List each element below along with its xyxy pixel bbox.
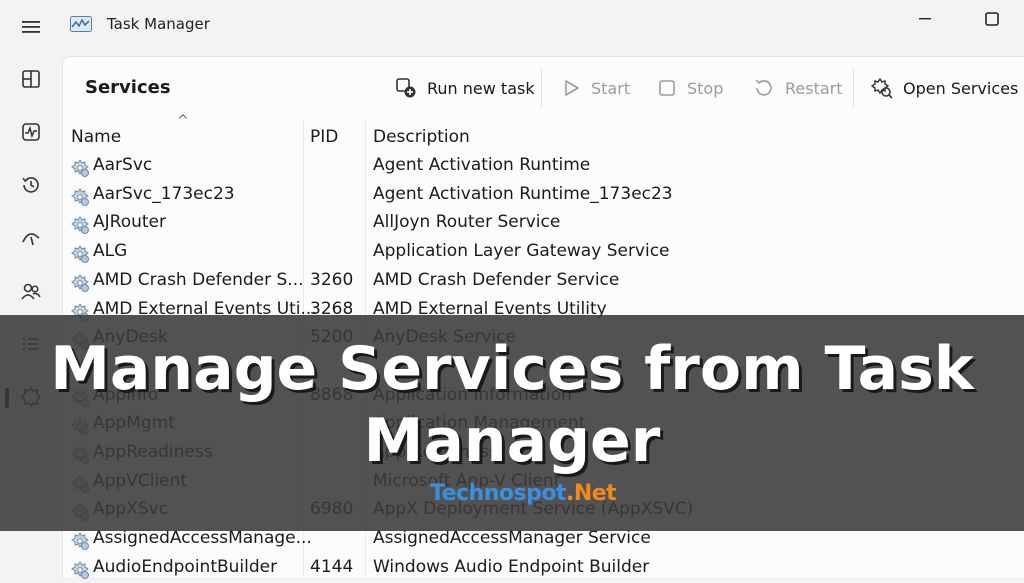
start-label: Start [591,78,631,98]
nav-processes[interactable] [14,62,48,96]
stop-icon [659,80,675,96]
table-row[interactable]: AarSvc Agent Activation Runtime [63,153,1024,181]
service-description: Application Layer Gateway Service [373,241,670,262]
service-description: Windows Audio Endpoint Builder [373,556,650,577]
nav-startup-apps[interactable] [14,221,48,255]
service-pid: 4144 [310,556,354,577]
maximize-icon[interactable] [982,10,1002,28]
restart-icon [755,79,772,96]
column-header-name[interactable]: Name [71,127,121,147]
table-row[interactable]: AMD Crash Defender S... 3260 AMD Crash Def… [63,268,1024,296]
start-button[interactable]: Start [561,73,630,103]
column-header-pid[interactable]: PID [310,127,338,147]
service-gear-icon [71,245,89,264]
watermark-brand: Technospot [430,481,566,506]
service-name: AJRouter [93,212,166,233]
restart-button[interactable]: Restart [753,73,843,103]
window-title: Task Manager [107,15,210,33]
task-manager-app-icon [70,16,92,32]
service-name: AarSvc_173ec23 [93,183,235,204]
users-icon [21,283,41,300]
service-description: AssignedAccessManager Service [373,528,651,549]
banner-line-2: Manager [363,406,661,476]
nav-performance[interactable] [14,115,48,149]
service-description: Agent Activation Runtime [373,155,591,175]
open-services-icon [871,77,893,99]
startup-apps-icon [22,233,40,246]
toolbar-divider [853,69,854,107]
table-row[interactable]: ALG Application Layer Gateway Service [63,239,1024,267]
processes-icon [22,70,40,88]
nav-users[interactable] [14,274,48,308]
minimize-icon[interactable] [915,10,935,28]
service-description: AllJoyn Router Service [373,212,561,233]
hamburger-menu-icon[interactable] [18,14,44,40]
stop-label: Stop [687,78,724,98]
open-services-label: Open Services [903,78,1019,98]
run-new-task-button[interactable]: Run new task [395,73,535,103]
service-description: Agent Activation Runtime_173ec23 [373,183,673,204]
restart-label: Restart [785,78,843,98]
run-new-task-label: Run new task [427,78,535,98]
column-header-description[interactable]: Description [373,127,470,147]
watermark-suffix: .Net [565,481,617,506]
service-gear-icon [71,216,89,235]
service-name: AssignedAccessManage... [93,528,312,549]
nav-app-history[interactable] [14,168,48,202]
table-row[interactable]: AudioEndpointBuilder 4144 Windows Audio En… [63,555,1024,583]
stop-button[interactable]: Stop [657,73,723,103]
banner-line-1: Manage Services from Task [50,334,974,404]
service-description: AMD Crash Defender Service [373,269,620,290]
page-title: Services [85,77,171,98]
open-services-button[interactable]: Open Services [871,73,1018,103]
play-icon [565,80,579,96]
sort-ascending-icon: ^ [177,113,189,129]
watermark: Technospot.Net [430,481,617,506]
service-pid: 3260 [310,269,354,290]
service-gear-icon [71,532,89,551]
toolbar: Services Run new task Start Stop Restart… [63,57,1024,119]
service-name: AMD Crash Defender S... [93,269,304,290]
title-banner: Manage Services from Task Manager Techno… [0,315,1024,531]
banner-headline: Manage Services from Task Manager [0,333,1024,477]
performance-icon [22,123,40,141]
app-history-icon [22,177,39,193]
service-gear-icon [71,273,89,292]
service-name: AudioEndpointBuilder [93,556,278,577]
service-gear-icon [71,560,89,579]
service-gear-icon [71,187,89,206]
service-name: ALG [93,241,128,262]
table-row[interactable]: AarSvc_173ec23 Agent Activation Runtime_1… [63,182,1024,210]
table-row[interactable]: AJRouter AllJoyn Router Service [63,210,1024,238]
toolbar-divider [541,69,542,107]
service-name: AarSvc [93,155,153,175]
service-gear-icon [71,159,89,177]
title-bar: Task Manager [0,0,1024,52]
run-task-icon [396,78,416,98]
